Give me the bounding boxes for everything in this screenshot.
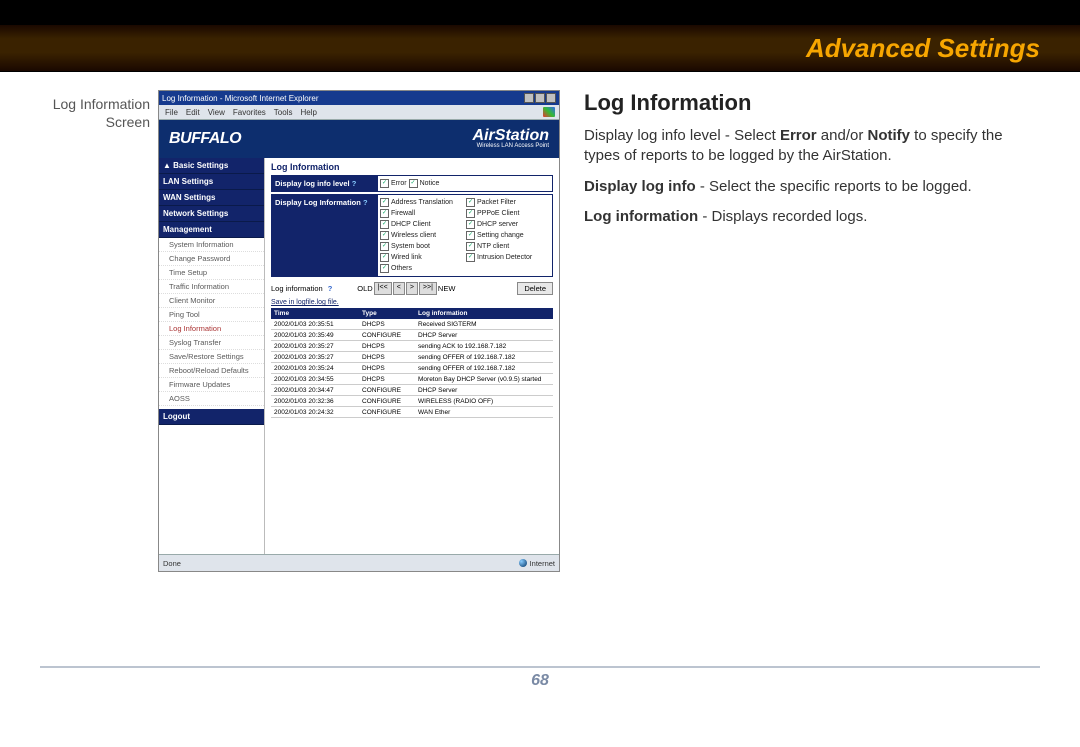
page-footer: 68 xyxy=(40,666,1040,690)
airstation-subtitle: Wireless LAN Access Point xyxy=(473,143,549,149)
sidebar-logout[interactable]: Logout xyxy=(159,409,264,425)
sidebar-lan[interactable]: LAN Settings xyxy=(159,174,264,190)
sidebar-item-traffic[interactable]: Traffic Information xyxy=(159,280,264,294)
loginfo-label: Log information xyxy=(271,284,323,293)
page-number: 68 xyxy=(531,672,549,689)
log-table: Time Type Log information 2002/01/03 20:… xyxy=(271,308,553,418)
delete-button[interactable]: Delete xyxy=(517,282,553,295)
menu-help[interactable]: Help xyxy=(300,108,316,117)
pager-last-button[interactable]: >>| xyxy=(419,282,437,295)
sidebar-network[interactable]: Network Settings xyxy=(159,206,264,222)
menu-view[interactable]: View xyxy=(208,108,225,117)
menu-bar: File Edit View Favorites Tools Help xyxy=(159,105,559,120)
chk-item[interactable]: ✓Others xyxy=(380,263,464,274)
chk-item[interactable]: ✓Wired link xyxy=(380,252,464,263)
article-title: Log Information xyxy=(584,90,1040,116)
sidebar-item-ping[interactable]: Ping Tool xyxy=(159,308,264,322)
help-icon[interactable]: ? xyxy=(328,284,333,293)
window-title: Log Information - Microsoft Internet Exp… xyxy=(162,94,319,103)
cfg-display-label: Display Log Information ? xyxy=(272,195,378,276)
buffalo-logo: BUFFALO xyxy=(169,130,241,148)
menu-favorites[interactable]: Favorites xyxy=(233,108,266,117)
table-row: 2002/01/03 20:34:47CONFIGUREDHCP Server xyxy=(271,385,553,396)
sidebar-item-loginfo[interactable]: Log Information xyxy=(159,322,264,336)
sidebar-item-password[interactable]: Change Password xyxy=(159,252,264,266)
status-zone: Internet xyxy=(530,559,555,568)
article: Log Information Display log info level -… xyxy=(566,90,1040,572)
sidebar-item-reboot[interactable]: Reboot/Reload Defaults xyxy=(159,364,264,378)
sidebar-item-sysinfo[interactable]: System Information xyxy=(159,238,264,252)
internet-zone-icon xyxy=(519,559,527,567)
article-p2: Display log info - Select the specific r… xyxy=(584,177,1040,197)
sidebar-wan[interactable]: WAN Settings xyxy=(159,190,264,206)
save-logfile-link[interactable]: Save in logfile.log file. xyxy=(271,299,339,306)
close-icon[interactable] xyxy=(546,93,556,103)
chk-item[interactable]: ✓Packet Filter xyxy=(466,197,550,208)
windows-logo-icon xyxy=(543,107,555,117)
pager-first-button[interactable]: |<< xyxy=(374,282,392,295)
chk-item[interactable]: ✓Intrusion Detector xyxy=(466,252,550,263)
airstation-logo: AirStation xyxy=(473,129,549,143)
screenshot-caption: Log Information Screen xyxy=(40,90,150,572)
table-row: 2002/01/03 20:35:51DHCPSReceived SIGTERM xyxy=(271,319,553,330)
chk-item[interactable]: ✓DHCP server xyxy=(466,219,550,230)
sidebar-item-time[interactable]: Time Setup xyxy=(159,266,264,280)
table-row: 2002/01/03 20:35:49CONFIGUREDHCP Server xyxy=(271,330,553,341)
chk-item[interactable]: ✓Address Translation xyxy=(380,197,464,208)
sidebar-item-firmware[interactable]: Firmware Updates xyxy=(159,378,264,392)
sidebar-basic-settings[interactable]: ▲ Basic Settings xyxy=(159,158,264,174)
chk-item[interactable]: ✓PPPoE Client xyxy=(466,208,550,219)
article-p3: Log information - Displays recorded logs… xyxy=(584,207,1040,227)
th-time: Time xyxy=(271,308,359,319)
sidebar-item-aoss[interactable]: AOSS xyxy=(159,392,264,406)
chk-item xyxy=(466,263,550,274)
brand-bar: BUFFALO AirStation Wireless LAN Access P… xyxy=(159,120,559,158)
chk-item[interactable]: ✓DHCP Client xyxy=(380,219,464,230)
chk-item[interactable]: ✓NTP client xyxy=(466,241,550,252)
status-bar: Done Internet xyxy=(159,554,559,571)
chk-item[interactable]: ✓Setting change xyxy=(466,230,550,241)
chk-item[interactable]: ✓Wireless client xyxy=(380,230,464,241)
pager-new-label: NEW xyxy=(438,284,456,293)
chk-error[interactable]: ✓Error xyxy=(380,178,407,189)
pager-next-button[interactable]: > xyxy=(406,282,418,295)
sidebar-item-syslog[interactable]: Syslog Transfer xyxy=(159,336,264,350)
table-row: 2002/01/03 20:35:24DHCPSsending OFFER of… xyxy=(271,363,553,374)
article-p1: Display log info level - Select Error an… xyxy=(584,126,1040,167)
table-row: 2002/01/03 20:35:27DHCPSsending ACK to 1… xyxy=(271,341,553,352)
chk-item[interactable]: ✓Firewall xyxy=(380,208,464,219)
table-row: 2002/01/03 20:32:36CONFIGUREWIRELESS (RA… xyxy=(271,396,553,407)
table-row: 2002/01/03 20:34:55DHCPSMoreton Bay DHCP… xyxy=(271,374,553,385)
chk-item[interactable]: ✓System boot xyxy=(380,241,464,252)
maximize-icon[interactable] xyxy=(535,93,545,103)
table-row: 2002/01/03 20:24:32CONFIGUREWAN Ether xyxy=(271,407,553,418)
window-titlebar: Log Information - Microsoft Internet Exp… xyxy=(159,91,559,105)
table-row: 2002/01/03 20:35:27DHCPSsending OFFER of… xyxy=(271,352,553,363)
menu-file[interactable]: File xyxy=(165,108,178,117)
page-header-bar: Advanced Settings xyxy=(0,24,1080,72)
sidebar-management[interactable]: Management xyxy=(159,222,264,238)
main-panel: Log Information Display log info level ?… xyxy=(265,158,559,556)
menu-edit[interactable]: Edit xyxy=(186,108,200,117)
pager-prev-button[interactable]: < xyxy=(393,282,405,295)
screenshot: Log Information - Microsoft Internet Exp… xyxy=(158,90,560,572)
minimize-icon[interactable] xyxy=(524,93,534,103)
status-done: Done xyxy=(163,559,181,568)
main-title: Log Information xyxy=(271,162,553,172)
sidebar: ▲ Basic Settings LAN Settings WAN Settin… xyxy=(159,158,265,556)
sidebar-item-client[interactable]: Client Monitor xyxy=(159,294,264,308)
cfg-level-label: Display log info level ? xyxy=(272,176,378,191)
menu-tools[interactable]: Tools xyxy=(274,108,293,117)
page-header-title: Advanced Settings xyxy=(806,33,1040,64)
sidebar-item-saverestore[interactable]: Save/Restore Settings xyxy=(159,350,264,364)
pager-old-label: OLD xyxy=(357,284,372,293)
th-info: Log information xyxy=(415,308,553,319)
th-type: Type xyxy=(359,308,415,319)
chk-notice[interactable]: ✓Notice xyxy=(409,178,440,189)
